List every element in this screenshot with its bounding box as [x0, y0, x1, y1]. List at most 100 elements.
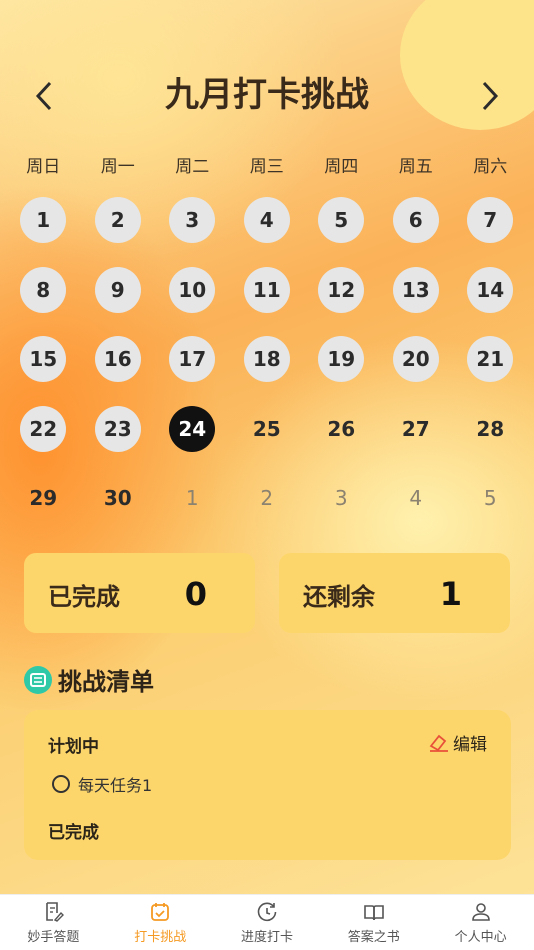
list-icon: [24, 665, 52, 694]
calendar-day[interactable]: 5: [467, 475, 513, 521]
calendar-grid: 1 2 3 4 5 6 7 8 9 10 11 12 13 14 15 16 17 18 19 20 21 22 23 24 2…: [6, 197, 528, 545]
calendar-day[interactable]: 11: [243, 266, 290, 313]
calendar-day[interactable]: 21: [467, 336, 514, 383]
edit-doc-icon: [46, 902, 65, 922]
weekday-label: 周五: [398, 157, 433, 177]
calendar-cell: 11: [230, 266, 305, 337]
calendar-cell: 1: [6, 197, 81, 267]
calendar-cell: 19: [304, 336, 379, 406]
calendar-cell: 5: [453, 475, 528, 545]
tab-progress[interactable]: 进度打卡: [214, 895, 321, 950]
weekday-label: 周二: [175, 157, 210, 177]
calendar-day[interactable]: 9: [94, 266, 141, 313]
tab-label: 个人中心: [454, 930, 507, 945]
edit-label: 编辑: [453, 735, 487, 755]
calendar-cell: 1: [155, 475, 230, 545]
calendar-day[interactable]: 2: [244, 475, 290, 521]
calendar-cell: 6: [379, 197, 454, 267]
task-label: 每天任务1: [78, 776, 153, 795]
next-month-button[interactable]: [470, 76, 510, 116]
calendar-day[interactable]: 13: [392, 266, 439, 313]
progress-icon: [257, 902, 277, 922]
calendar-day[interactable]: 30: [95, 475, 141, 521]
challenge-list-title: 挑战清单: [58, 668, 154, 696]
calendar-cell: 10: [155, 266, 230, 337]
remaining-count: 1: [439, 575, 462, 613]
calendar-cell: 7: [453, 197, 528, 267]
challenge-list-header: 挑战清单: [24, 662, 154, 697]
tab-label: 答案之书: [347, 930, 400, 945]
completed-heading: 已完成: [48, 823, 99, 843]
calendar-day-today[interactable]: 24: [169, 405, 216, 452]
calendar-day[interactable]: 14: [467, 266, 514, 313]
calendar-day[interactable]: 25: [244, 406, 290, 452]
completed-count: 0: [184, 575, 207, 613]
calendar-cell: 5: [304, 197, 379, 267]
tab-checkin-challenge[interactable]: 打卡挑战: [107, 895, 214, 950]
calendar-day[interactable]: 17: [169, 336, 216, 383]
completed-stat-card: 已完成 0: [24, 553, 255, 633]
calendar-day[interactable]: 28: [467, 406, 513, 452]
calendar-day[interactable]: 4: [393, 475, 439, 521]
calendar-day[interactable]: 26: [318, 406, 364, 452]
weekday-label: 周一: [100, 157, 135, 177]
calendar-week-row: 22 23 24 25 26 27 28: [6, 405, 528, 476]
calendar-day[interactable]: 3: [169, 197, 216, 243]
calendar-day[interactable]: 7: [467, 197, 514, 243]
tab-label: 进度打卡: [240, 930, 293, 945]
calendar-day[interactable]: 16: [94, 336, 141, 383]
bottom-tab-bar: 妙手答题 打卡挑战 进度打卡 答案之书 个人中心: [0, 894, 534, 950]
calendar-day[interactable]: 5: [318, 197, 365, 243]
edit-button[interactable]: 编辑: [428, 730, 487, 755]
tab-answer-book[interactable]: 答案之书: [320, 895, 427, 950]
calendar-cell: 3: [155, 197, 230, 267]
tab-label: 妙手答题: [27, 930, 80, 945]
weekday-label: 周四: [324, 157, 359, 177]
calendar-day[interactable]: 8: [20, 266, 67, 313]
remaining-stat-card: 还剩余 1: [279, 553, 510, 633]
calendar-day[interactable]: 4: [243, 197, 290, 243]
calendar-day[interactable]: 1: [169, 475, 215, 521]
planned-heading: 计划中: [48, 737, 99, 757]
challenge-list-card: 计划中 编辑 每天任务1 已完成: [24, 710, 511, 860]
calendar-cell: 21: [453, 336, 528, 406]
calendar-week-row: 15 16 17 18 19 20 21: [6, 336, 528, 406]
calendar-day[interactable]: 23: [94, 405, 141, 452]
task-checkbox[interactable]: [52, 775, 70, 793]
calendar-day[interactable]: 22: [20, 405, 67, 452]
calendar-cell: 2: [230, 475, 305, 545]
calendar-day[interactable]: 19: [318, 336, 365, 383]
book-icon: [363, 905, 384, 921]
calendar-cell: 8: [6, 266, 81, 337]
calendar-day[interactable]: 12: [318, 266, 365, 313]
calendar-day[interactable]: 10: [169, 266, 216, 313]
calendar-day[interactable]: 6: [392, 197, 439, 243]
calendar-cell: 25: [230, 406, 305, 476]
calendar-cell: 13: [379, 266, 454, 337]
remaining-label: 还剩余: [303, 583, 375, 611]
calendar-day[interactable]: 15: [20, 336, 67, 383]
calendar-check-icon: [151, 903, 170, 921]
calendar-day[interactable]: 1: [20, 197, 67, 243]
calendar-day[interactable]: 27: [393, 406, 439, 452]
calendar-day[interactable]: 2: [94, 197, 141, 243]
calendar-day[interactable]: 20: [392, 336, 439, 383]
completed-label: 已完成: [48, 583, 120, 611]
calendar-cell: 20: [379, 336, 454, 406]
tab-profile[interactable]: 个人中心: [427, 895, 534, 950]
calendar-cell: 17: [155, 336, 230, 406]
calendar-day[interactable]: 18: [243, 336, 290, 383]
calendar-day[interactable]: 3: [318, 475, 364, 521]
calendar-cell: 22: [6, 405, 81, 476]
calendar-cell: 30: [81, 475, 156, 545]
calendar-cell: 26: [304, 406, 379, 476]
calendar-week-row: 8 9 10 11 12 13 14: [6, 266, 528, 337]
weekday-label: 周六: [473, 157, 508, 177]
calendar-cell: 14: [453, 266, 528, 337]
calendar-cell: 24: [155, 405, 230, 476]
calendar-day[interactable]: 29: [20, 475, 66, 521]
calendar-week-row: 29 30 1 2 3 4 5: [6, 475, 528, 545]
task-item[interactable]: 每天任务1: [52, 772, 152, 796]
tab-answer[interactable]: 妙手答题: [0, 895, 107, 950]
calendar-cell: 4: [230, 197, 305, 267]
